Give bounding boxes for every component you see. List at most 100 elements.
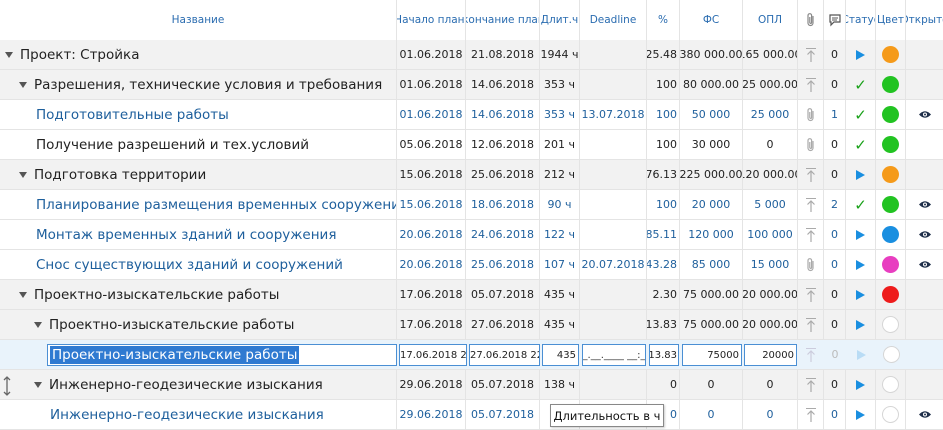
end-date[interactable]: 24.06.2018 <box>466 220 540 249</box>
deadline[interactable] <box>580 160 647 189</box>
deadline[interactable] <box>580 310 647 339</box>
opl-value[interactable]: 120 000.00 <box>743 160 798 189</box>
end-date[interactable]: 18.06.2018 <box>466 190 540 219</box>
deadline[interactable]: 20.07.2018 <box>580 250 647 279</box>
deadline[interactable] <box>580 280 647 309</box>
eye-icon[interactable] <box>918 260 932 269</box>
percent[interactable]: 100 <box>647 70 680 99</box>
play-icon[interactable] <box>856 289 865 300</box>
task-name[interactable]: Инженерно-геодезические изыскания <box>50 407 324 423</box>
percent[interactable]: 2.30 <box>647 280 680 309</box>
color-dot[interactable] <box>882 46 899 63</box>
comment-count[interactable]: 0 <box>824 250 846 279</box>
play-icon[interactable] <box>856 319 865 330</box>
end-date-field[interactable]: 27.06.2018 22:00 <box>469 344 540 366</box>
percent[interactable]: 85.11 <box>647 220 680 249</box>
comment-count[interactable]: 0 <box>824 160 846 189</box>
col-header-deadline[interactable]: Deadline <box>580 0 647 40</box>
opl-value[interactable]: 15 000 <box>743 250 798 279</box>
percent[interactable]: 100 <box>647 100 680 129</box>
checkmark-icon[interactable]: ✓ <box>854 76 867 94</box>
col-header-comments[interactable] <box>824 0 846 40</box>
deadline[interactable] <box>580 220 647 249</box>
percent[interactable]: 13.83 <box>647 310 680 339</box>
opl-value[interactable]: 20 000.00 <box>743 310 798 339</box>
eye-icon[interactable] <box>918 230 932 239</box>
start-date-field[interactable]: 17.06.2018 22:00 <box>399 344 467 366</box>
deadline-field[interactable]: __.__.____ __:__ <box>582 344 646 366</box>
percent[interactable]: 0 <box>647 370 680 399</box>
color-dot[interactable] <box>882 346 900 363</box>
fs-value[interactable]: 0 <box>680 370 743 399</box>
duration[interactable]: 1944 ч <box>540 40 580 69</box>
start-date[interactable]: 17.06.2018 <box>397 310 466 339</box>
deadline[interactable] <box>580 130 647 159</box>
start-date[interactable]: 29.06.2018 <box>397 400 466 429</box>
comment-count[interactable]: 1 <box>824 100 846 129</box>
duration[interactable]: 353 ч <box>540 100 580 129</box>
move-up-icon[interactable] <box>805 47 817 63</box>
comment-count[interactable]: 0 <box>824 280 846 309</box>
play-icon[interactable] <box>856 49 865 60</box>
fs-value[interactable]: 85 000 <box>680 250 743 279</box>
end-date[interactable]: 14.06.2018 <box>466 70 540 99</box>
task-name[interactable]: Разрешения, технические условия и требов… <box>34 77 382 93</box>
collapse-toggle-icon[interactable] <box>5 51 13 58</box>
collapse-toggle-icon[interactable] <box>19 81 27 88</box>
move-up-icon[interactable] <box>805 347 817 363</box>
comment-count[interactable]: 0 <box>824 340 846 369</box>
fs-value[interactable]: 75 000.00 <box>680 280 743 309</box>
percent-field[interactable]: 13.83 <box>649 344 679 366</box>
move-up-icon[interactable] <box>805 317 817 333</box>
col-header-attachments[interactable] <box>798 0 824 40</box>
table-row[interactable]: Проектно-изыскательские работы 17.06.201… <box>0 310 943 340</box>
fs-value[interactable]: 0 <box>680 400 743 429</box>
eye-icon[interactable] <box>918 410 932 419</box>
task-name[interactable]: Проект: Стройка <box>20 47 139 63</box>
start-date[interactable]: 15.06.2018 <box>397 160 466 189</box>
opl-field[interactable]: 20000 <box>744 344 797 366</box>
col-header-opened[interactable]: Открыто <box>906 0 943 40</box>
end-date[interactable]: 05.07.2018 <box>466 280 540 309</box>
table-row-editing[interactable]: Проектно-изыскательские работы 17.06.201… <box>0 340 943 370</box>
color-dot[interactable] <box>882 376 899 393</box>
opl-value[interactable]: 0 <box>743 400 798 429</box>
start-date[interactable]: 15.06.2018 <box>397 190 466 219</box>
percent[interactable]: 100 <box>647 190 680 219</box>
opl-value[interactable]: 0 <box>743 370 798 399</box>
end-date[interactable]: 25.06.2018 <box>466 160 540 189</box>
percent[interactable]: 25.48 <box>647 40 680 69</box>
comment-count[interactable]: 0 <box>824 310 846 339</box>
opl-value[interactable]: 25 000.00 <box>743 70 798 99</box>
deadline[interactable]: 13.07.2018 <box>580 100 647 129</box>
task-name[interactable]: Инженерно-геодезические изыскания <box>49 377 323 393</box>
start-date[interactable]: 01.06.2018 <box>397 40 466 69</box>
table-row[interactable]: Разрешения, технические условия и требов… <box>0 70 943 100</box>
color-dot[interactable] <box>882 196 899 213</box>
end-date[interactable]: 12.06.2018 <box>466 130 540 159</box>
name-edit-field[interactable]: Проектно-изыскательские работы <box>47 344 397 366</box>
play-icon[interactable] <box>856 349 866 360</box>
task-name[interactable]: Подготовительные работы <box>36 107 229 123</box>
table-row[interactable]: Проект: Стройка 01.06.2018 21.08.2018 19… <box>0 40 943 70</box>
table-row[interactable]: Монтаж временных зданий и сооружения 20.… <box>0 220 943 250</box>
start-date[interactable]: 01.06.2018 <box>397 100 466 129</box>
move-up-icon[interactable] <box>805 227 817 243</box>
play-icon[interactable] <box>856 169 865 180</box>
end-date[interactable]: 21.08.2018 <box>466 40 540 69</box>
task-name[interactable]: Получение разрешений и тех.условий <box>36 137 309 153</box>
color-dot[interactable] <box>882 316 899 333</box>
comment-count[interactable]: 0 <box>824 400 846 429</box>
play-icon[interactable] <box>856 379 865 390</box>
col-header-opl[interactable]: ОПЛ <box>743 0 798 40</box>
percent[interactable]: 76.13 <box>647 160 680 189</box>
play-icon[interactable] <box>856 409 865 420</box>
color-dot[interactable] <box>882 406 899 423</box>
duration[interactable]: 107 ч <box>540 250 580 279</box>
opl-value[interactable]: 100 000 <box>743 220 798 249</box>
duration[interactable]: 90 ч <box>540 190 580 219</box>
comment-count[interactable]: 0 <box>824 70 846 99</box>
comment-count[interactable]: 2 <box>824 190 846 219</box>
task-name[interactable]: Снос существующих зданий и сооружений <box>36 257 343 273</box>
paperclip-icon[interactable] <box>805 106 817 124</box>
